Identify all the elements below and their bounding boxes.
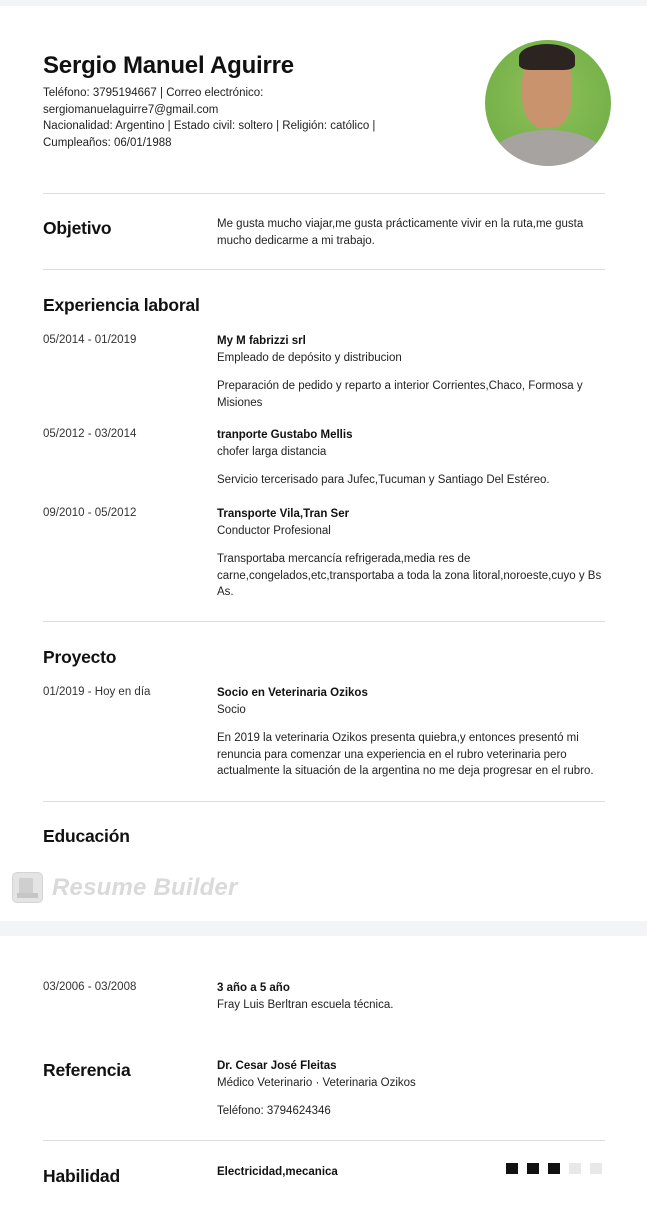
project-description: En 2019 la veterinaria Ozikos presenta q… (217, 732, 594, 777)
objective-text: Me gusta mucho viajar,me gusta prácticam… (217, 218, 584, 247)
experience-description: Transportaba mercancía refrigerada,media… (217, 553, 602, 598)
skill-level-filled (548, 1163, 560, 1174)
experience-role: Conductor Profesional (217, 524, 331, 537)
candidate-name: Sergio Manuel Aguirre (43, 52, 294, 79)
reference-role: Médico Veterinario · Veterinaria Ozikos (217, 1076, 416, 1089)
project-role: Socio (217, 703, 246, 716)
skill-level-empty (569, 1163, 581, 1174)
education-title: Educación (43, 826, 130, 846)
experience-date: 05/2014 - 01/2019 (43, 334, 137, 346)
experience-description: Preparación de pedido y reparto a interi… (217, 380, 583, 409)
skill-level-filled (506, 1163, 518, 1174)
skill-level-empty (590, 1163, 602, 1174)
divider (43, 1140, 605, 1141)
watermark-text: Resume Builder (52, 873, 238, 901)
objective-title: Objetivo (43, 218, 112, 238)
resume-builder-watermark: Resume Builder (12, 872, 238, 903)
contact-info: Teléfono: 3795194667 | Correo electrónic… (43, 85, 383, 151)
experience-entry: My M fabrizzi srl Empleado de depósito y… (217, 333, 605, 411)
experience-date: 09/2010 - 05/2012 (43, 507, 137, 519)
experience-role: chofer larga distancia (217, 445, 327, 458)
divider (43, 269, 605, 270)
skill-level-meter (506, 1163, 611, 1174)
skills-title: Habilidad (43, 1166, 120, 1186)
education-date: 03/2006 - 03/2008 (43, 981, 137, 993)
divider (43, 193, 605, 194)
contact-line: Nacionalidad: Argentino | Estado civil: … (43, 120, 376, 132)
experience-title: Experiencia laboral (43, 295, 200, 315)
experience-company: Transporte Vila,Tran Ser (217, 508, 350, 520)
profile-photo (485, 40, 611, 166)
contact-birthday: Cumpleaños: 06/01/1988 (43, 136, 172, 149)
project-entry: Socio en Veterinaria Ozikos Socio En 201… (217, 685, 605, 780)
experience-company: tranporte Gustabo Mellis (217, 429, 353, 441)
reference-entry: Dr. Cesar José Fleitas Médico Veterinari… (217, 1058, 605, 1120)
experience-entry: tranporte Gustabo Mellis chofer larga di… (217, 427, 605, 489)
project-name: Socio en Veterinaria Ozikos (217, 687, 368, 699)
experience-description: Servicio tercerisado para Jufec,Tucuman … (217, 474, 550, 486)
reference-name: Dr. Cesar José Fleitas (217, 1060, 337, 1072)
reference-phone: Teléfono: 3794624346 (217, 1105, 331, 1117)
contact-line: Teléfono: 3795194667 | Correo electrónic… (43, 87, 264, 99)
experience-date: 05/2012 - 03/2014 (43, 428, 137, 440)
divider (43, 621, 605, 622)
project-date: 01/2019 - Hoy en día (43, 686, 151, 698)
education-entry: 3 año a 5 año Fray Luis Berltran escuela… (217, 980, 605, 1013)
contact-email: sergiomanuelaguirre7@gmail.com (43, 103, 219, 116)
education-degree: 3 año a 5 año (217, 982, 290, 994)
divider (43, 801, 605, 802)
skill-level-filled (527, 1163, 539, 1174)
experience-role: Empleado de depósito y distribucion (217, 351, 402, 364)
experience-company: My M fabrizzi srl (217, 335, 306, 347)
education-school: Fray Luis Berltran escuela técnica. (217, 998, 394, 1011)
experience-entry: Transporte Vila,Tran Ser Conductor Profe… (217, 506, 605, 601)
reference-title: Referencia (43, 1060, 131, 1080)
resume-builder-app-icon (12, 872, 43, 903)
project-title: Proyecto (43, 647, 117, 667)
